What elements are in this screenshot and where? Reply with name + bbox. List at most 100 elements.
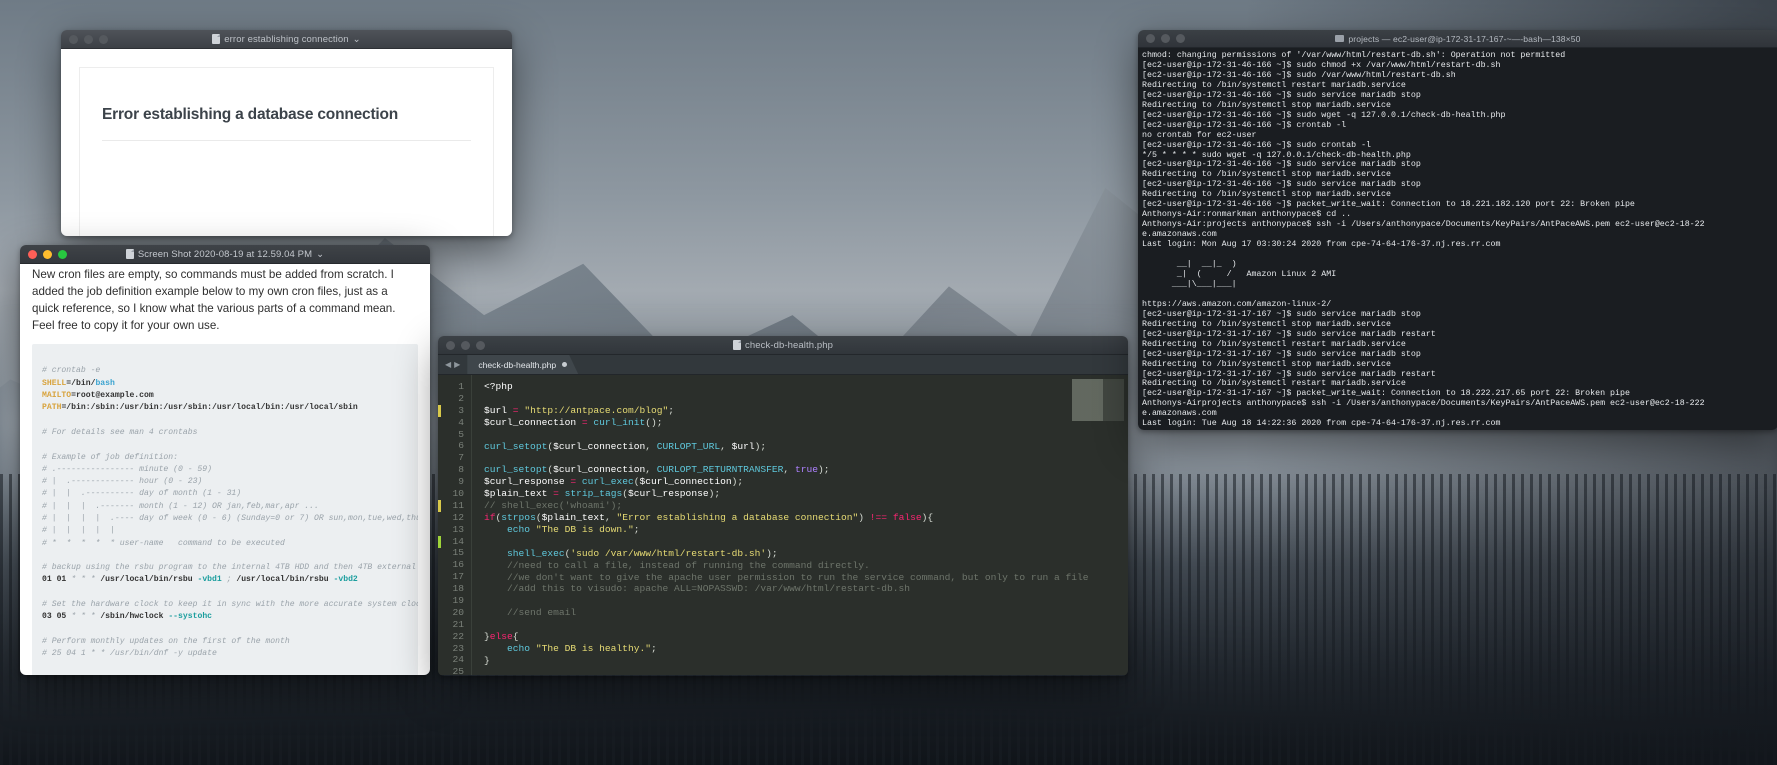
line-number: 17 — [452, 571, 464, 583]
terminal-line: Anthonys-Air:ronmarkman anthonypace$ cd … — [1142, 210, 1352, 220]
terminal-line: Last login: Mon Aug 17 03:30:24 2020 fro… — [1142, 240, 1501, 250]
terminal-line: __| __|_ ) — [1142, 260, 1237, 270]
close-button-icon[interactable] — [1146, 34, 1155, 43]
terminal-line: Redirecting to /bin/systemctl stop maria… — [1142, 359, 1391, 369]
terminal-line: Redirecting to /bin/systemctl stop maria… — [1142, 170, 1391, 180]
terminal-line: [ec2-user@ip-172-31-46-166 ~]$ crontab -… — [1142, 120, 1347, 130]
terminal-line: Redirecting to /bin/systemctl stop maria… — [1142, 190, 1391, 200]
terminal-line: Redirecting to /bin/systemctl restart ma… — [1142, 80, 1406, 90]
change-marker — [438, 500, 441, 512]
line-number: 19 — [452, 595, 464, 607]
line-number: 9 — [458, 476, 464, 488]
tab-check-db-health[interactable]: check-db-health.php — [467, 355, 578, 374]
line-number: 13 — [452, 523, 464, 535]
line-number: 18 — [452, 583, 464, 595]
preview-title: Screen Shot 2020-08-19 at 12.59.04 PM ⌄ — [20, 249, 430, 260]
terminal-line: Redirecting to /bin/systemctl restart ma… — [1142, 379, 1406, 389]
terminal-line: [ec2-user@ip-172-31-46-166 ~]$ packet_wr… — [1142, 200, 1635, 210]
editor-title-text: check-db-health.php — [745, 339, 833, 351]
line-number: 20 — [452, 606, 464, 618]
browser-title-text: error establishing connection — [224, 33, 349, 45]
tab-nav-arrows[interactable]: ◀ ▶ — [438, 355, 467, 374]
terminal-line: _| ( / Amazon Linux 2 AMI — [1142, 269, 1337, 279]
tab-label: check-db-health.php — [478, 359, 557, 370]
terminal-line: Anthonys-Air:projects anthonypace$ ssh -… — [1142, 220, 1705, 230]
code-editor-window[interactable]: check-db-health.php ◀ ▶ check-db-health.… — [438, 336, 1128, 676]
traffic-lights[interactable] — [61, 34, 108, 44]
line-number: 7 — [458, 452, 464, 464]
editor-title: check-db-health.php — [438, 340, 1128, 351]
close-button-icon[interactable] — [28, 249, 37, 259]
line-number: 15 — [452, 547, 464, 559]
terminal-line: ___|\___|___| — [1142, 279, 1237, 289]
nav-forward-icon[interactable]: ▶ — [454, 360, 460, 369]
preview-titlebar[interactable]: Screen Shot 2020-08-19 at 12.59.04 PM ⌄ — [20, 245, 430, 264]
chevron-down-icon: ⌄ — [316, 248, 325, 260]
line-number: 6 — [458, 440, 464, 452]
code-minimap[interactable] — [1072, 379, 1124, 421]
line-number: 22 — [452, 630, 464, 642]
traffic-lights[interactable] — [20, 249, 67, 259]
terminal-line: https://aws.amazon.com/amazon-linux-2/ — [1142, 299, 1332, 309]
minimize-button-icon[interactable] — [43, 249, 52, 259]
terminal-titlebar[interactable]: projects — ec2-user@ip-172-31-17-167-~—-… — [1138, 30, 1777, 48]
divider — [102, 140, 471, 141]
minimize-button-icon[interactable] — [1161, 34, 1170, 43]
line-number: 11 — [452, 499, 464, 511]
php-source-code[interactable]: <?php $url = "http://antpace.com/blog"; … — [472, 375, 1128, 675]
terminal-line: [ec2-user@ip-172-31-17-167 ~]$ sudo serv… — [1142, 369, 1436, 379]
traffic-lights[interactable] — [1138, 34, 1185, 43]
terminal-line: Last login: Tue Aug 18 14:22:36 2020 fro… — [1142, 419, 1501, 429]
close-button-icon[interactable] — [446, 340, 455, 350]
terminal-line: [ec2-user@ip-172-31-46-166 ~]$ sudo cron… — [1142, 140, 1372, 150]
unsaved-dot-icon[interactable] — [562, 362, 567, 367]
close-button-icon[interactable] — [69, 34, 78, 44]
browser-content: Error establishing a database connection — [61, 49, 512, 236]
change-marker — [438, 536, 441, 548]
document-icon — [212, 34, 221, 44]
minimize-button-icon[interactable] — [461, 340, 470, 350]
browser-titlebar[interactable]: error establishing connection ⌄ — [61, 30, 512, 49]
terminal-line: Redirecting to /bin/systemctl restart ma… — [1142, 339, 1406, 349]
terminal-line: [ec2-user@ip-172-31-46-166 ~]$ sudo serv… — [1142, 90, 1421, 100]
line-number-gutter: 1 2 3 4 5 6 7 8 9 10 11 12 13 14 15 16 1… — [438, 375, 472, 675]
traffic-lights[interactable] — [438, 340, 485, 350]
line-number: 3 — [458, 404, 464, 416]
document-icon — [733, 340, 741, 350]
line-number: 2 — [458, 392, 464, 404]
zoom-button-icon[interactable] — [99, 34, 108, 44]
terminal-line: [ec2-user@ip-172-31-46-166 ~]$ sudo serv… — [1142, 160, 1421, 170]
line-number: 25 — [452, 666, 464, 675]
terminal-line: [ec2-user@ip-172-31-46-166 ~]$ sudo /var… — [1142, 70, 1456, 80]
terminal-output[interactable]: chmod: changing permissions of '/var/www… — [1138, 48, 1777, 430]
terminal-title-text: projects — ec2-user@ip-172-31-17-167-~—-… — [1348, 33, 1581, 44]
minimize-button-icon[interactable] — [84, 34, 93, 44]
zoom-button-icon[interactable] — [476, 340, 485, 350]
browser-title: error establishing connection ⌄ — [61, 34, 512, 45]
editor-tabbar[interactable]: ◀ ▶ check-db-health.php — [438, 355, 1128, 375]
preview-window[interactable]: Screen Shot 2020-08-19 at 12.59.04 PM ⌄ … — [20, 245, 430, 675]
preview-content: New cron files are empty, so commands mu… — [20, 264, 430, 675]
document-icon — [125, 249, 134, 259]
terminal-line: [ec2-user@ip-172-31-17-167 ~]$ sudo serv… — [1142, 309, 1421, 319]
editor-titlebar[interactable]: check-db-health.php — [438, 336, 1128, 355]
line-number: 16 — [452, 559, 464, 571]
line-number: 21 — [452, 618, 464, 630]
line-number: 10 — [452, 488, 464, 500]
zoom-button-icon[interactable] — [58, 249, 67, 259]
error-page-card: Error establishing a database connection — [79, 67, 494, 236]
terminal-line: [ec2-user@ip-172-31-46-166 ~]$ sudo wget… — [1142, 110, 1506, 120]
terminal-line: [ec2-user@ip-172-31-17-167 ~]$ sudo serv… — [1142, 329, 1436, 339]
editor-code-area[interactable]: 1 2 3 4 5 6 7 8 9 10 11 12 13 14 15 16 1… — [438, 375, 1128, 675]
browser-window[interactable]: error establishing connection ⌄ Error es… — [61, 30, 512, 236]
terminal-window[interactable]: projects — ec2-user@ip-172-31-17-167-~—-… — [1138, 30, 1777, 430]
terminal-line: [ec2-user@ip-172-31-46-166 ~]$ sudo chmo… — [1142, 60, 1501, 70]
terminal-line: Redirecting to /bin/systemctl stop maria… — [1142, 100, 1391, 110]
line-number: 8 — [458, 464, 464, 476]
zoom-button-icon[interactable] — [1176, 34, 1185, 43]
line-number: 14 — [452, 535, 464, 547]
folder-icon — [1335, 35, 1345, 42]
nav-back-icon[interactable]: ◀ — [445, 360, 451, 369]
